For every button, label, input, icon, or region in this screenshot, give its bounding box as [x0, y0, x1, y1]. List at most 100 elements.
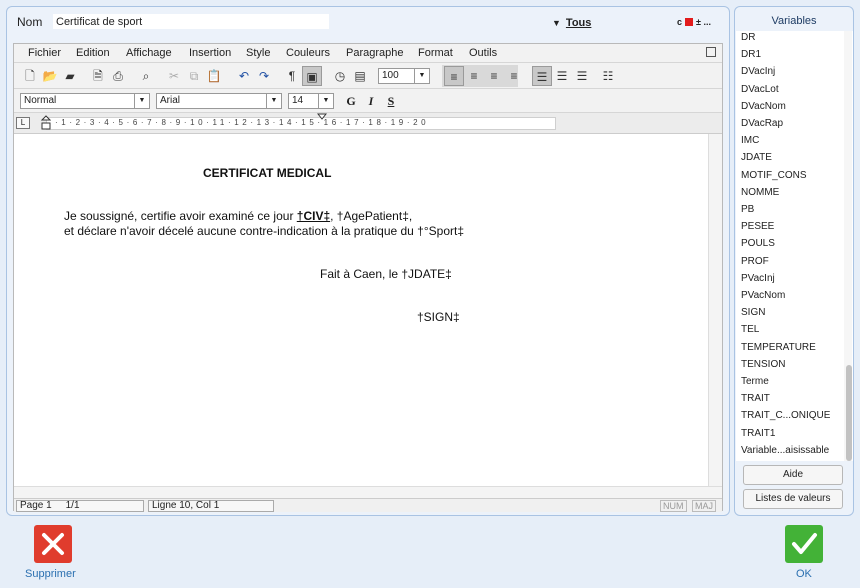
document-body[interactable]: CERTIFICAT MEDICAL Je soussigné, certifi… [14, 134, 708, 486]
variable-item[interactable]: TRAIT_C...ONIQUE [741, 410, 830, 421]
tab-stop-icon[interactable]: L [16, 117, 30, 129]
variable-item[interactable]: DVacLot [741, 84, 779, 95]
open-folder-icon[interactable]: 📂 [40, 66, 60, 86]
vertical-scrollbar[interactable] [708, 134, 722, 486]
document-date-line: Fait à Caen, le †JDATE‡ [320, 267, 452, 281]
variable-item[interactable]: SIGN [741, 307, 765, 318]
copy-icon[interactable]: ⧉ [184, 66, 204, 86]
variable-item[interactable]: DVacInj [741, 66, 775, 77]
chevron-down-icon[interactable]: ▼ [318, 94, 333, 108]
variable-item[interactable]: DVacNom [741, 101, 786, 112]
mini-tools: c ± ... [677, 17, 711, 27]
line-spacing-medium-icon[interactable]: ☰ [552, 66, 572, 86]
print-icon[interactable]: ⎙ [108, 66, 128, 86]
variable-item[interactable]: TEL [741, 324, 759, 335]
variable-item[interactable]: DR [741, 32, 755, 43]
save-icon[interactable]: ▰ [60, 66, 80, 86]
variables-list[interactable]: DR DR1 DVacInj DVacLot DVacNom DVacRap IMC JDAT… [736, 31, 853, 461]
menu-fichier[interactable]: Fichier [28, 47, 61, 59]
delete-button[interactable] [34, 525, 72, 563]
underline-button[interactable]: S [382, 92, 400, 110]
ruler-row: L ·1·2·3·4·5·6·7·8·9·10·11·12·13·14·15·1… [14, 112, 722, 134]
pilcrow-icon[interactable]: ¶ [282, 66, 302, 86]
variable-item[interactable]: Terme [741, 376, 769, 387]
chevron-down-icon[interactable]: ▼ [266, 94, 281, 108]
italic-button[interactable]: I [362, 92, 380, 110]
menu-style[interactable]: Style [246, 47, 270, 59]
window-corner-icon[interactable] [706, 47, 716, 57]
delete-label[interactable]: Supprimer [25, 568, 76, 580]
redo-icon[interactable]: ↷ [254, 66, 274, 86]
undo-icon[interactable]: ↶ [234, 66, 254, 86]
chevron-down-icon[interactable]: ▼ [414, 69, 429, 83]
variables-scroll-thumb[interactable] [846, 365, 852, 461]
find-icon[interactable]: ⌕ [136, 66, 156, 86]
menu-couleurs[interactable]: Couleurs [286, 47, 330, 59]
variable-item[interactable]: POULS [741, 238, 775, 249]
variable-item[interactable]: PVacNom [741, 290, 785, 301]
ok-button[interactable] [785, 525, 823, 563]
mini-letter[interactable]: c [677, 17, 682, 27]
plus-minus-icon[interactable]: ± [696, 17, 701, 27]
paste-icon[interactable]: 📋 [204, 66, 224, 86]
line-1-text: Je soussigné, certifie avoir examiné ce … [64, 209, 297, 223]
variable-item[interactable]: IMC [741, 135, 759, 146]
close-icon [42, 533, 64, 555]
left-indent-icon[interactable] [41, 113, 51, 133]
align-left-icon[interactable]: ≡ [444, 66, 464, 86]
menu-edition[interactable]: Edition [76, 47, 110, 59]
align-right-icon[interactable]: ≡ [484, 66, 504, 86]
frame-icon[interactable]: ▣ [302, 66, 322, 86]
size-value: 14 [292, 95, 304, 106]
menu-outils[interactable]: Outils [469, 47, 497, 59]
help-button[interactable]: Aide [743, 465, 843, 485]
bold-button[interactable]: G [342, 92, 360, 110]
align-center-icon[interactable]: ≡ [464, 66, 484, 86]
variable-item[interactable]: PB [741, 204, 754, 215]
menu-format[interactable]: Format [418, 47, 453, 59]
clock-icon[interactable]: ◷ [330, 66, 350, 86]
chevron-down-icon[interactable]: ▼ [134, 94, 149, 108]
font-select[interactable]: Arial ▼ [156, 93, 282, 109]
variable-item[interactable]: TEMPERATURE [741, 342, 816, 353]
variable-item[interactable]: TRAIT1 [741, 428, 775, 439]
more-icon[interactable]: ... [703, 17, 711, 27]
menu-insertion[interactable]: Insertion [189, 47, 231, 59]
variable-item[interactable]: TRAIT [741, 393, 770, 404]
checkmark-icon [792, 533, 817, 554]
variable-item[interactable]: NOMME [741, 187, 779, 198]
value-lists-button[interactable]: Listes de valeurs [743, 489, 843, 509]
new-document-icon[interactable]: 🗋 [20, 66, 40, 86]
variable-item[interactable]: JDATE [741, 152, 772, 163]
align-justify-icon[interactable]: ≡ [504, 66, 524, 86]
line-spacing-double-icon[interactable]: ☰ [572, 66, 592, 86]
menu-paragraphe[interactable]: Paragraphe [346, 47, 404, 59]
horizontal-scrollbar[interactable] [14, 486, 722, 498]
variable-item[interactable]: PESEE [741, 221, 774, 232]
filter-dropdown[interactable]: ▼ Tous [552, 17, 591, 29]
variable-item[interactable]: TENSION [741, 359, 785, 370]
name-row: Nom ▼ Tous c ± ... [7, 7, 729, 37]
style-select[interactable]: Normal ▼ [20, 93, 150, 109]
line-spacing-single-icon[interactable]: ☰ [532, 66, 552, 86]
red-color-icon[interactable] [685, 18, 694, 26]
name-input[interactable] [53, 14, 329, 29]
ruler[interactable]: ·1·2·3·4·5·6·7·8·9·10·11·12·13·14·15·16·… [41, 113, 556, 130]
variable-item[interactable]: DVacRap [741, 118, 783, 129]
calendar-icon[interactable]: ▤ [350, 66, 370, 86]
cut-icon[interactable]: ✂ [164, 66, 184, 86]
variable-item[interactable]: PROF [741, 256, 769, 267]
variable-item[interactable]: MOTIF_CONS [741, 170, 807, 181]
menu-affichage[interactable]: Affichage [126, 47, 172, 59]
right-indent-icon[interactable] [317, 113, 327, 121]
bullet-list-icon[interactable]: ☷ [598, 66, 618, 86]
document-line-1: Je soussigné, certifie avoir examiné ce … [64, 209, 412, 223]
size-select[interactable]: 14 ▼ [288, 93, 334, 109]
variable-item[interactable]: DR1 [741, 49, 761, 60]
zoom-value: 100 [382, 70, 399, 81]
ok-label[interactable]: OK [796, 568, 812, 580]
variable-item[interactable]: Variable...aisissable [741, 445, 829, 456]
print-preview-icon[interactable]: 🗎 [88, 66, 108, 86]
variable-item[interactable]: PVacInj [741, 273, 775, 284]
zoom-select[interactable]: 100 ▼ [378, 68, 430, 84]
